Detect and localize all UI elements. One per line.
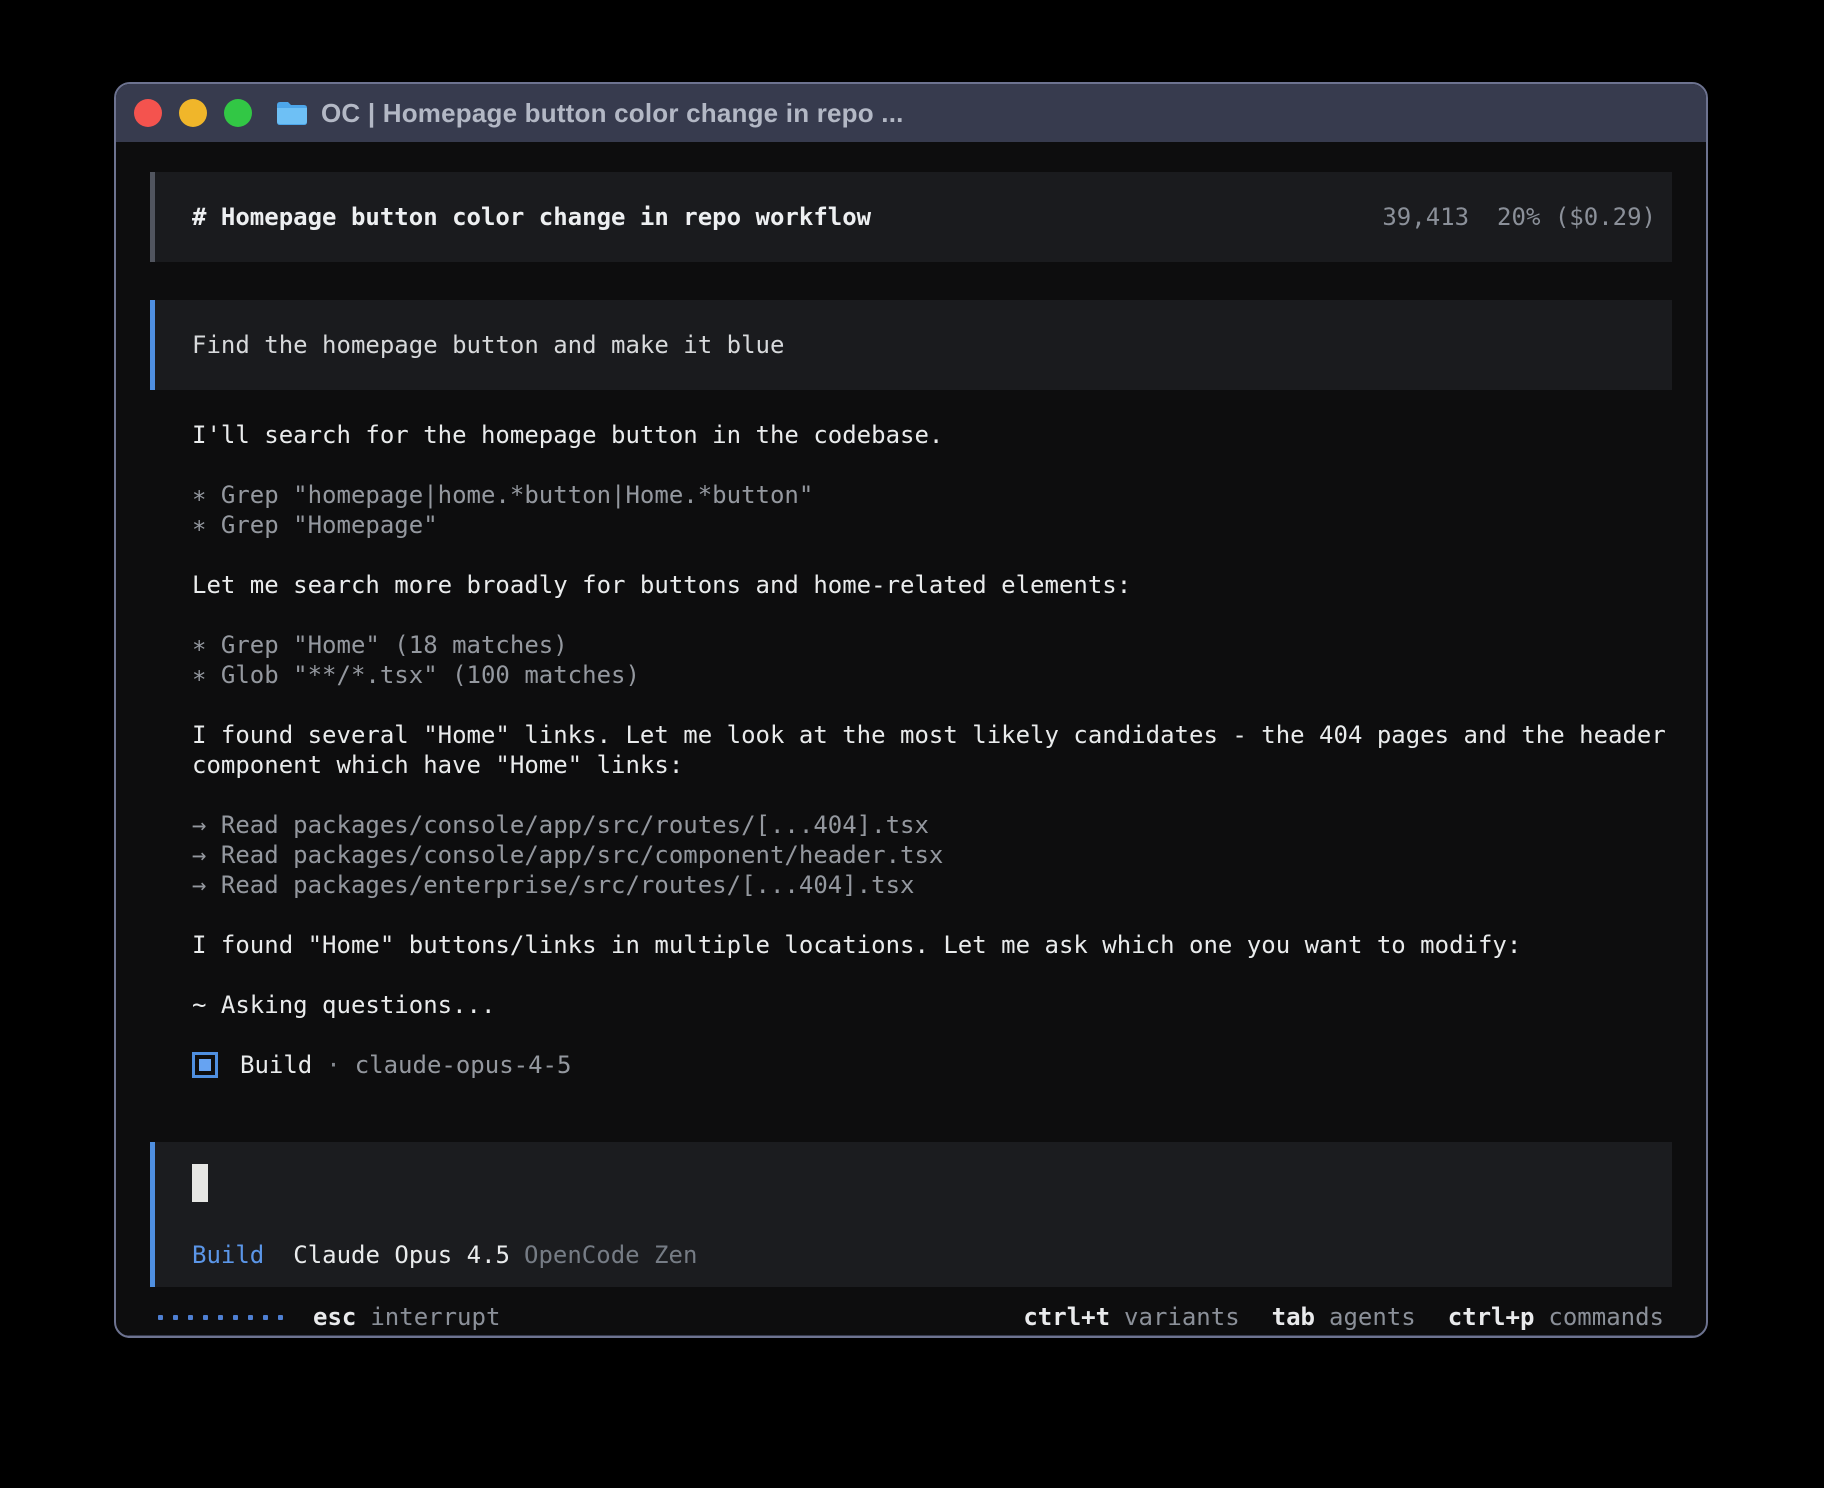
user-message-text: Find the homepage button and make it blu… [192,331,784,359]
shortcut-variants: ctrl+t variants [1023,1303,1239,1331]
minimize-button-icon[interactable] [179,99,207,127]
separator-dot: · [326,1050,340,1080]
user-message: Find the homepage button and make it blu… [150,300,1672,390]
maximize-button-icon[interactable] [224,99,252,127]
folder-icon [276,100,308,127]
assistant-text: I found "Home" buttons/links in multiple… [192,930,1670,960]
agent-name: Build [240,1050,312,1080]
window-footer [116,1335,1706,1338]
token-count: 39,413 [1382,203,1469,231]
status-bar: esc interrupt ctrl+t variants tab agents ct… [150,1299,1672,1335]
assistant-text: I'll search for the homepage button in t… [192,420,1670,450]
tool-call-grep: ∗ Grep "Homepage" [192,510,1670,540]
terminal-content: # Homepage button color change in repo w… [116,142,1706,1335]
assistant-text: I found several "Home" links. Let me loo… [192,720,1670,780]
session-stats: 39,413 20% ($0.29) [1382,203,1656,231]
tool-call-read: → Read packages/console/app/src/routes/[… [192,810,1670,840]
shortcut-label: commands [1548,1303,1664,1331]
traffic-lights [134,99,252,127]
shortcut-commands: ctrl+p commands [1448,1303,1664,1331]
agent-model: claude-opus-4-5 [355,1050,572,1080]
shortcut-list: ctrl+t variants tab agents ctrl+p commands [1023,1303,1664,1331]
window-title: OC | Homepage button color change in rep… [321,98,904,129]
agent-status-line: Build · claude-opus-4-5 [192,1050,1670,1080]
shortcut-label: interrupt [370,1303,500,1331]
session-title: # Homepage button color change in repo w… [192,203,871,231]
shortcut-key: esc [313,1303,356,1331]
input-provider-label: OpenCode Zen [524,1241,697,1269]
shortcut-key: ctrl+t [1023,1303,1110,1331]
assistant-transcript: I'll search for the homepage button in t… [150,420,1670,1110]
terminal-window: OC | Homepage button color change in rep… [114,82,1708,1338]
context-usage: 20% ($0.29) [1497,203,1656,231]
assistant-status-text: ~ Asking questions... [192,990,1670,1020]
titlebar: OC | Homepage button color change in rep… [116,84,1706,142]
build-agent-icon [192,1052,218,1078]
shortcut-key: ctrl+p [1448,1303,1535,1331]
shortcut-label: agents [1329,1303,1416,1331]
tool-call-grep: ∗ Grep "homepage|home.*button|Home.*butt… [192,480,1670,510]
input-meta: Build Claude Opus 4.5 OpenCode Zen [192,1241,1656,1269]
input-agent-label[interactable]: Build [192,1241,264,1269]
prompt-input[interactable]: Build Claude Opus 4.5 OpenCode Zen [150,1142,1672,1287]
spinner-dots-icon [158,1315,283,1320]
shortcut-label: variants [1124,1303,1240,1331]
shortcut-agents: tab agents [1272,1303,1416,1331]
input-model-label[interactable]: Claude Opus 4.5 [293,1241,510,1269]
session-header: # Homepage button color change in repo w… [150,172,1672,262]
text-cursor [192,1164,208,1202]
tool-call-grep: ∗ Grep "Home" (18 matches) [192,630,1670,660]
tool-call-read: → Read packages/console/app/src/componen… [192,840,1670,870]
shortcut-key: tab [1272,1303,1315,1331]
close-button-icon[interactable] [134,99,162,127]
tool-call-glob: ∗ Glob "**/*.tsx" (100 matches) [192,660,1670,690]
assistant-text: Let me search more broadly for buttons a… [192,570,1670,600]
shortcut-interrupt: esc interrupt [313,1303,500,1331]
window-title-group: OC | Homepage button color change in rep… [276,98,904,129]
tool-call-read: → Read packages/enterprise/src/routes/[.… [192,870,1670,900]
